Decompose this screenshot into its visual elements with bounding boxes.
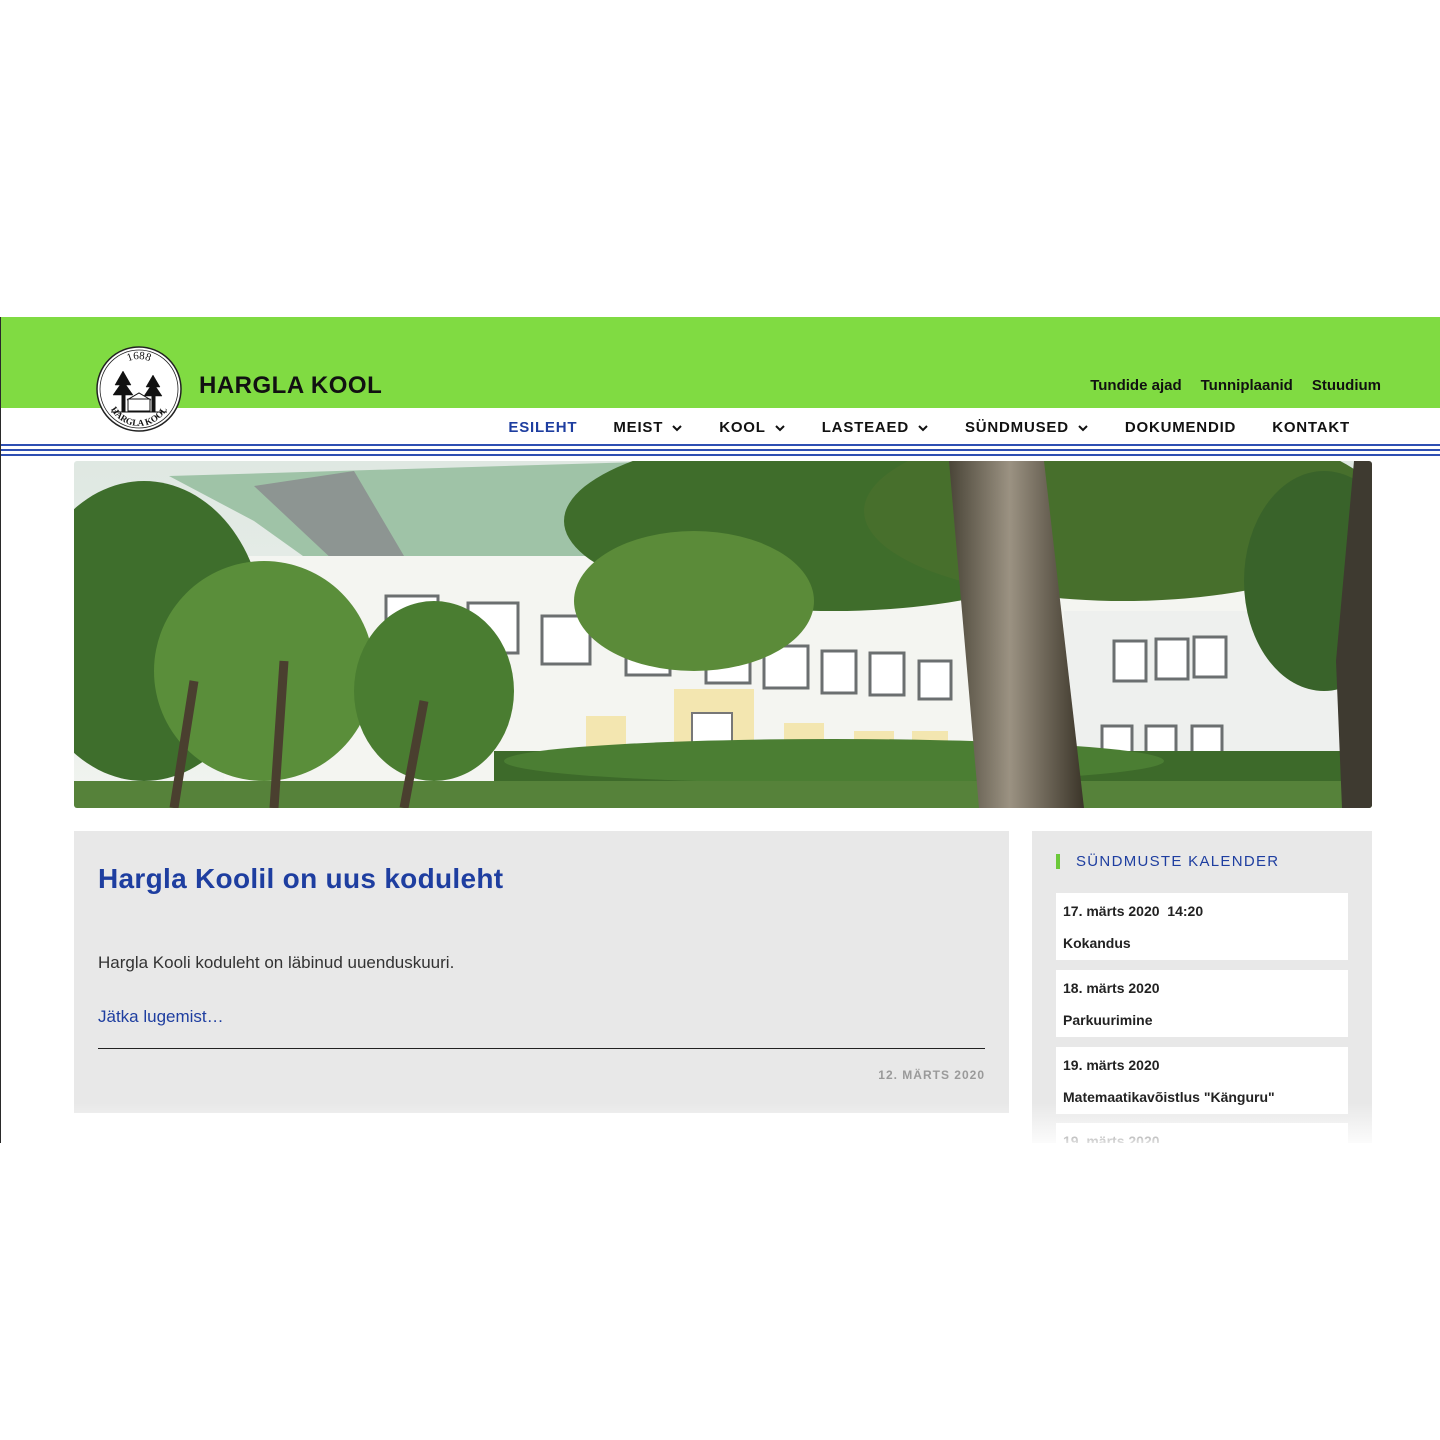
browser-viewport: 1688 HARGLA KOOL HARGLA KOOL Tundide aja… bbox=[0, 317, 1440, 1143]
header-divider-lines bbox=[1, 444, 1440, 459]
event-title: Matemaatikavõistlus "Känguru" bbox=[1063, 1089, 1275, 1105]
event-item[interactable]: 17. märts 2020 14:20 Kokandus bbox=[1056, 893, 1348, 960]
top-links: Tundide ajad Tunniplaanid Stuudium bbox=[1090, 377, 1381, 394]
nav-label: ESILEHT bbox=[508, 419, 578, 436]
nav-esileht[interactable]: ESILEHT bbox=[508, 419, 577, 436]
read-more-link[interactable]: Jätka lugemist… bbox=[98, 1007, 224, 1027]
top-link-tundide-ajad[interactable]: Tundide ajad bbox=[1090, 377, 1181, 394]
calendar-heading: SÜNDMUSTE KALENDER bbox=[1056, 853, 1279, 870]
site-title[interactable]: HARGLA KOOL bbox=[199, 372, 382, 400]
nav-label: MEIST bbox=[613, 419, 664, 436]
post-divider bbox=[98, 1048, 985, 1049]
main-nav: ESILEHT MEIST KOOL LASTEAED SÜNDMUSED DO… bbox=[472, 419, 1350, 436]
events-calendar-widget: SÜNDMUSTE KALENDER 17. märts 2020 14:20 … bbox=[1032, 831, 1372, 1143]
nav-label: KONTAKT bbox=[1272, 419, 1350, 436]
chevron-down-icon bbox=[918, 424, 928, 431]
post-excerpt: Hargla Kooli koduleht on läbinud uuendus… bbox=[98, 953, 455, 972]
event-item[interactable]: 19. märts 2020 Matemaatikavõistlus "Käng… bbox=[1056, 1047, 1348, 1114]
top-link-tunniplaanid[interactable]: Tunniplaanid bbox=[1201, 377, 1293, 394]
chevron-down-icon bbox=[775, 424, 785, 431]
news-post-card: Hargla Koolil on uus koduleht Hargla Koo… bbox=[74, 831, 1009, 1113]
post-title-link[interactable]: Hargla Koolil on uus koduleht bbox=[98, 863, 503, 895]
event-title: Parkuurimine bbox=[1063, 1012, 1153, 1028]
nav-dokumendid[interactable]: DOKUMENDID bbox=[1125, 419, 1236, 436]
chevron-down-icon bbox=[672, 424, 682, 431]
nav-label: LASTEAED bbox=[821, 419, 909, 436]
event-title: Kokandus bbox=[1063, 935, 1131, 951]
nav-label: KOOL bbox=[719, 419, 766, 436]
hero-image-school-building bbox=[74, 461, 1372, 808]
nav-kool[interactable]: KOOL bbox=[719, 419, 786, 436]
post-date: 12. MÄRTS 2020 bbox=[878, 1068, 985, 1082]
event-date: 19. märts 2020 bbox=[1063, 1133, 1160, 1143]
event-date: 18. märts 2020 bbox=[1063, 980, 1160, 996]
nav-lasteaed[interactable]: LASTEAED bbox=[822, 419, 929, 436]
nav-label: DOKUMENDID bbox=[1124, 419, 1237, 436]
event-date: 17. märts 2020 14:20 bbox=[1063, 903, 1204, 919]
nav-meist[interactable]: MEIST bbox=[613, 419, 683, 436]
nav-label: SÜNDMUSED bbox=[964, 419, 1069, 436]
event-item[interactable]: 19. märts 2020 bbox=[1056, 1123, 1348, 1143]
nav-kontakt[interactable]: KONTAKT bbox=[1272, 419, 1350, 436]
event-item[interactable]: 18. märts 2020 Parkuurimine bbox=[1056, 970, 1348, 1037]
nav-sundmused[interactable]: SÜNDMUSED bbox=[965, 419, 1089, 436]
event-date: 19. märts 2020 bbox=[1063, 1057, 1160, 1073]
top-link-stuudium[interactable]: Stuudium bbox=[1312, 377, 1381, 394]
school-logo[interactable]: 1688 HARGLA KOOL bbox=[95, 345, 183, 433]
chevron-down-icon bbox=[1078, 424, 1088, 431]
